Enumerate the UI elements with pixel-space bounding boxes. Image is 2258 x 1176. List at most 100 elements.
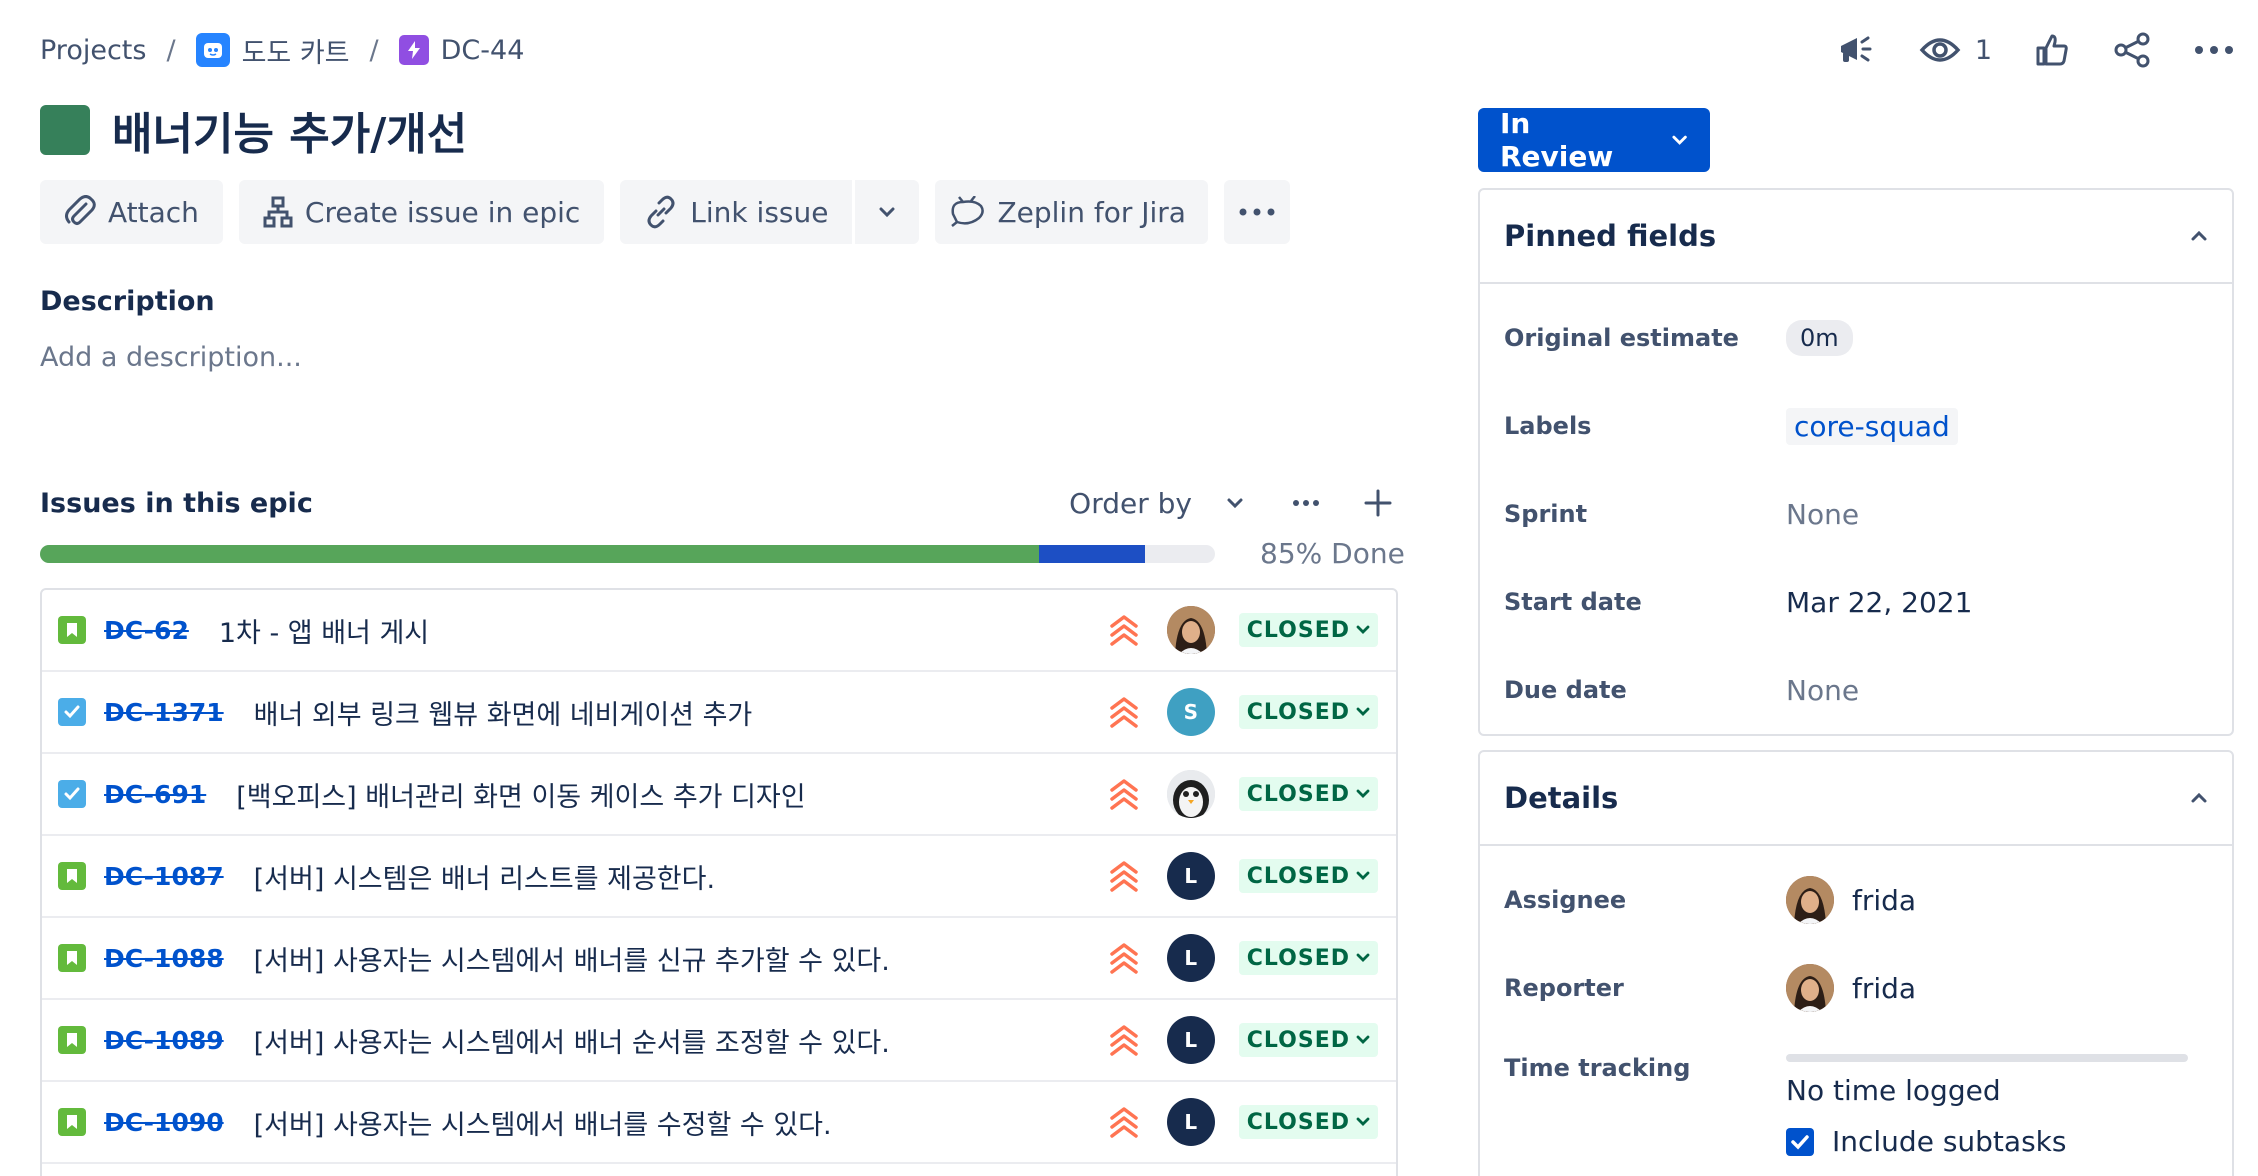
issue-key-link[interactable]: DC-1089 <box>104 1026 224 1055</box>
status-label: CLOSED <box>1246 1027 1350 1053</box>
due-date-value[interactable]: None <box>1786 674 1859 707</box>
field-assignee: Assignee frida <box>1480 856 2232 944</box>
issue-summary: 1차 - 앱 배너 게시 <box>218 617 430 649</box>
issue-key-link[interactable]: DC-1090 <box>104 1108 224 1137</box>
order-by-label: Order by <box>1069 486 1192 520</box>
feedback-button[interactable] <box>1837 32 1877 68</box>
breadcrumb-issue-key: DC-44 <box>440 34 525 66</box>
chevron-down-icon <box>1356 871 1370 881</box>
progress-in-progress-segment <box>1038 545 1145 563</box>
issue-row[interactable]: DC-1371 배너 외부 링크 웹뷰 화면에 네비게이션 추가 S CLOSED <box>42 672 1396 754</box>
chevron-down-icon <box>1227 498 1243 509</box>
paperclip-icon <box>65 195 96 225</box>
details-panel: Details Assignee frida Reporter frida Ti… <box>1478 750 2234 1176</box>
reporter-name: frida <box>1852 971 1917 1005</box>
field-label: Due date <box>1504 676 1627 704</box>
start-date-value[interactable]: Mar 22, 2021 <box>1786 586 1972 619</box>
breadcrumb-issue[interactable]: DC-44 <box>398 34 525 66</box>
field-due-date: Due date None <box>1480 646 2232 734</box>
status-lozenge-dropdown[interactable]: CLOSED <box>1238 777 1378 811</box>
assignee-name: frida <box>1852 883 1917 917</box>
description-heading: Description <box>40 286 215 317</box>
label-chip[interactable]: core-squad <box>1786 407 1958 445</box>
status-label: CLOSED <box>1246 781 1350 807</box>
avatar <box>1166 606 1215 654</box>
plus-icon <box>1364 489 1392 517</box>
issue-summary: [서버] 사용자는 시스템에서 배너 순서를 조정할 수 있다. <box>253 1027 890 1059</box>
epic-color-swatch <box>40 105 90 155</box>
status-lozenge-dropdown[interactable]: CLOSED <box>1238 941 1378 975</box>
toolbar-more-button[interactable] <box>1223 180 1290 244</box>
watch-button[interactable]: 1 <box>1919 35 1992 66</box>
breadcrumb-project[interactable]: 도도 카트 <box>195 31 350 70</box>
field-label: Sprint <box>1504 500 1588 528</box>
field-label: Time tracking <box>1504 1054 1691 1082</box>
chevron-down-icon <box>1356 1035 1370 1045</box>
priority-highest-icon <box>1107 938 1141 978</box>
field-value: core-squad <box>1786 407 1958 445</box>
field-labels: Labels core-squad <box>1480 382 2232 470</box>
story-icon <box>58 616 86 644</box>
breadcrumb-projects[interactable]: Projects <box>40 35 146 66</box>
chevron-down-icon <box>1356 707 1370 717</box>
assignee-value[interactable]: frida <box>1786 876 1916 924</box>
issue-row[interactable]: DC-1090 [서버] 사용자는 시스템에서 배너를 수정할 수 있다. L CLO… <box>42 1082 1396 1164</box>
issue-row[interactable]: DC-691 [백오피스] 배너관리 화면 이동 케이스 추가 디자인 CLOSED <box>42 754 1396 836</box>
link-issue-group: Link issue <box>620 180 920 244</box>
zeplin-button[interactable]: Zeplin for Jira <box>935 180 1208 244</box>
status-dropdown-button[interactable]: In Review <box>1478 107 1710 173</box>
breadcrumb-projects-label: Projects <box>40 34 147 66</box>
description-editor[interactable]: Add a description... <box>40 342 302 373</box>
status-lozenge-dropdown[interactable]: CLOSED <box>1238 613 1378 647</box>
time-tracking-value[interactable]: No time logged Include subtasks <box>1786 1054 2188 1158</box>
issue-key-link[interactable]: DC-62 <box>104 616 189 645</box>
avatar: L <box>1166 934 1215 982</box>
field-time-tracking: Time tracking No time logged Include sub… <box>1480 1032 2232 1176</box>
issue-title[interactable]: 배너기능 추가/개선 <box>112 98 467 162</box>
zeplin-label: Zeplin for Jira <box>997 195 1186 229</box>
attach-label: Attach <box>108 195 199 229</box>
order-by-button[interactable]: Order by <box>1069 487 1244 520</box>
status-lozenge-dropdown[interactable]: CLOSED <box>1238 1105 1378 1139</box>
status-lozenge-dropdown[interactable]: CLOSED <box>1238 1023 1378 1057</box>
issue-key-link[interactable]: DC-691 <box>104 780 206 809</box>
epic-progress-bar <box>40 545 1215 563</box>
chevron-up-icon <box>2191 230 2207 241</box>
issue-summary: [서버] 사용자는 시스템에서 배너를 수정할 수 있다. <box>253 1109 832 1141</box>
status-lozenge-dropdown[interactable]: CLOSED <box>1238 859 1378 893</box>
reporter-value[interactable]: frida <box>1786 964 1916 1012</box>
eye-icon <box>1919 38 1961 62</box>
field-value[interactable]: 0m <box>1786 320 1853 356</box>
create-issue-in-epic-button[interactable]: Create issue in epic <box>238 180 605 244</box>
attach-button[interactable]: Attach <box>40 180 223 244</box>
issue-row[interactable]: DC-1089 [서버] 사용자는 시스템에서 배너 순서를 조정할 수 있다. L… <box>42 1000 1396 1082</box>
vote-button[interactable] <box>2034 32 2070 68</box>
link-issue-button[interactable]: Link issue <box>644 180 856 244</box>
issue-key-link[interactable]: DC-1371 <box>104 698 224 727</box>
story-icon <box>58 1026 86 1054</box>
more-actions-button[interactable] <box>2194 45 2234 55</box>
project-icon <box>195 33 230 67</box>
field-original-estimate: Original estimate 0m <box>1480 294 2232 382</box>
issue-row[interactable]: DC-1087 [서버] 시스템은 배너 리스트를 제공한다. L CLOSED <box>42 836 1396 918</box>
megaphone-icon <box>1840 36 1872 62</box>
include-subtasks-checkbox[interactable]: Include subtasks <box>1786 1125 2188 1158</box>
epic-issues-more-button[interactable] <box>1292 499 1320 507</box>
issue-row[interactable]: DC-62 1차 - 앱 배너 게시 CLOSED <box>42 590 1396 672</box>
sprint-value[interactable]: None <box>1786 498 1859 531</box>
status-lozenge-dropdown[interactable]: CLOSED <box>1238 695 1378 729</box>
issue-row[interactable]: DC-1088 [서버] 사용자는 시스템에서 배너를 신규 추가할 수 있다. L… <box>42 918 1396 1000</box>
progress-text: 85% Done <box>1260 537 1405 570</box>
pinned-fields-header[interactable]: Pinned fields <box>1480 190 2232 284</box>
field-label: Assignee <box>1504 886 1627 914</box>
link-issue-dropdown[interactable] <box>855 180 919 244</box>
field-start-date: Start date Mar 22, 2021 <box>1480 558 2232 646</box>
add-child-issue-button[interactable] <box>1364 489 1392 517</box>
issue-key-link[interactable]: DC-1087 <box>104 862 224 891</box>
breadcrumb-project-label: 도도 카트 <box>241 37 350 69</box>
issue-key-link[interactable]: DC-1088 <box>104 944 224 973</box>
details-header[interactable]: Details <box>1480 752 2232 846</box>
priority-highest-icon <box>1107 1102 1141 1142</box>
share-button[interactable] <box>2112 31 2152 69</box>
avatar: S <box>1166 688 1215 736</box>
